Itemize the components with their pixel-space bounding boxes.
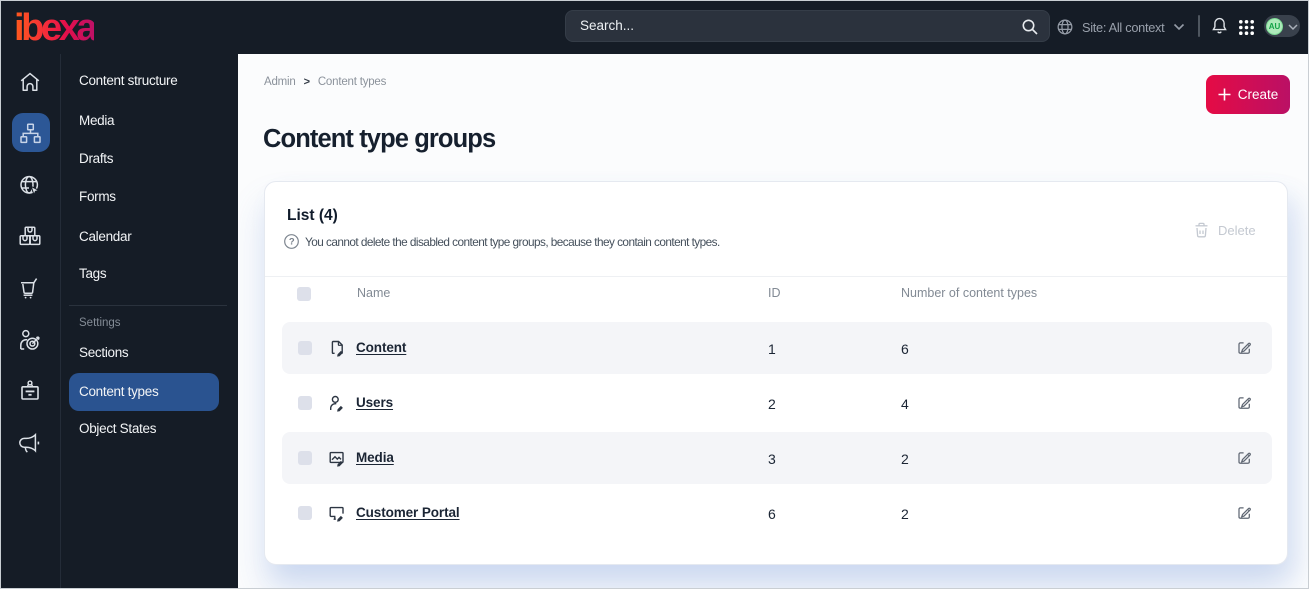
svg-text:?: ? xyxy=(289,237,295,248)
